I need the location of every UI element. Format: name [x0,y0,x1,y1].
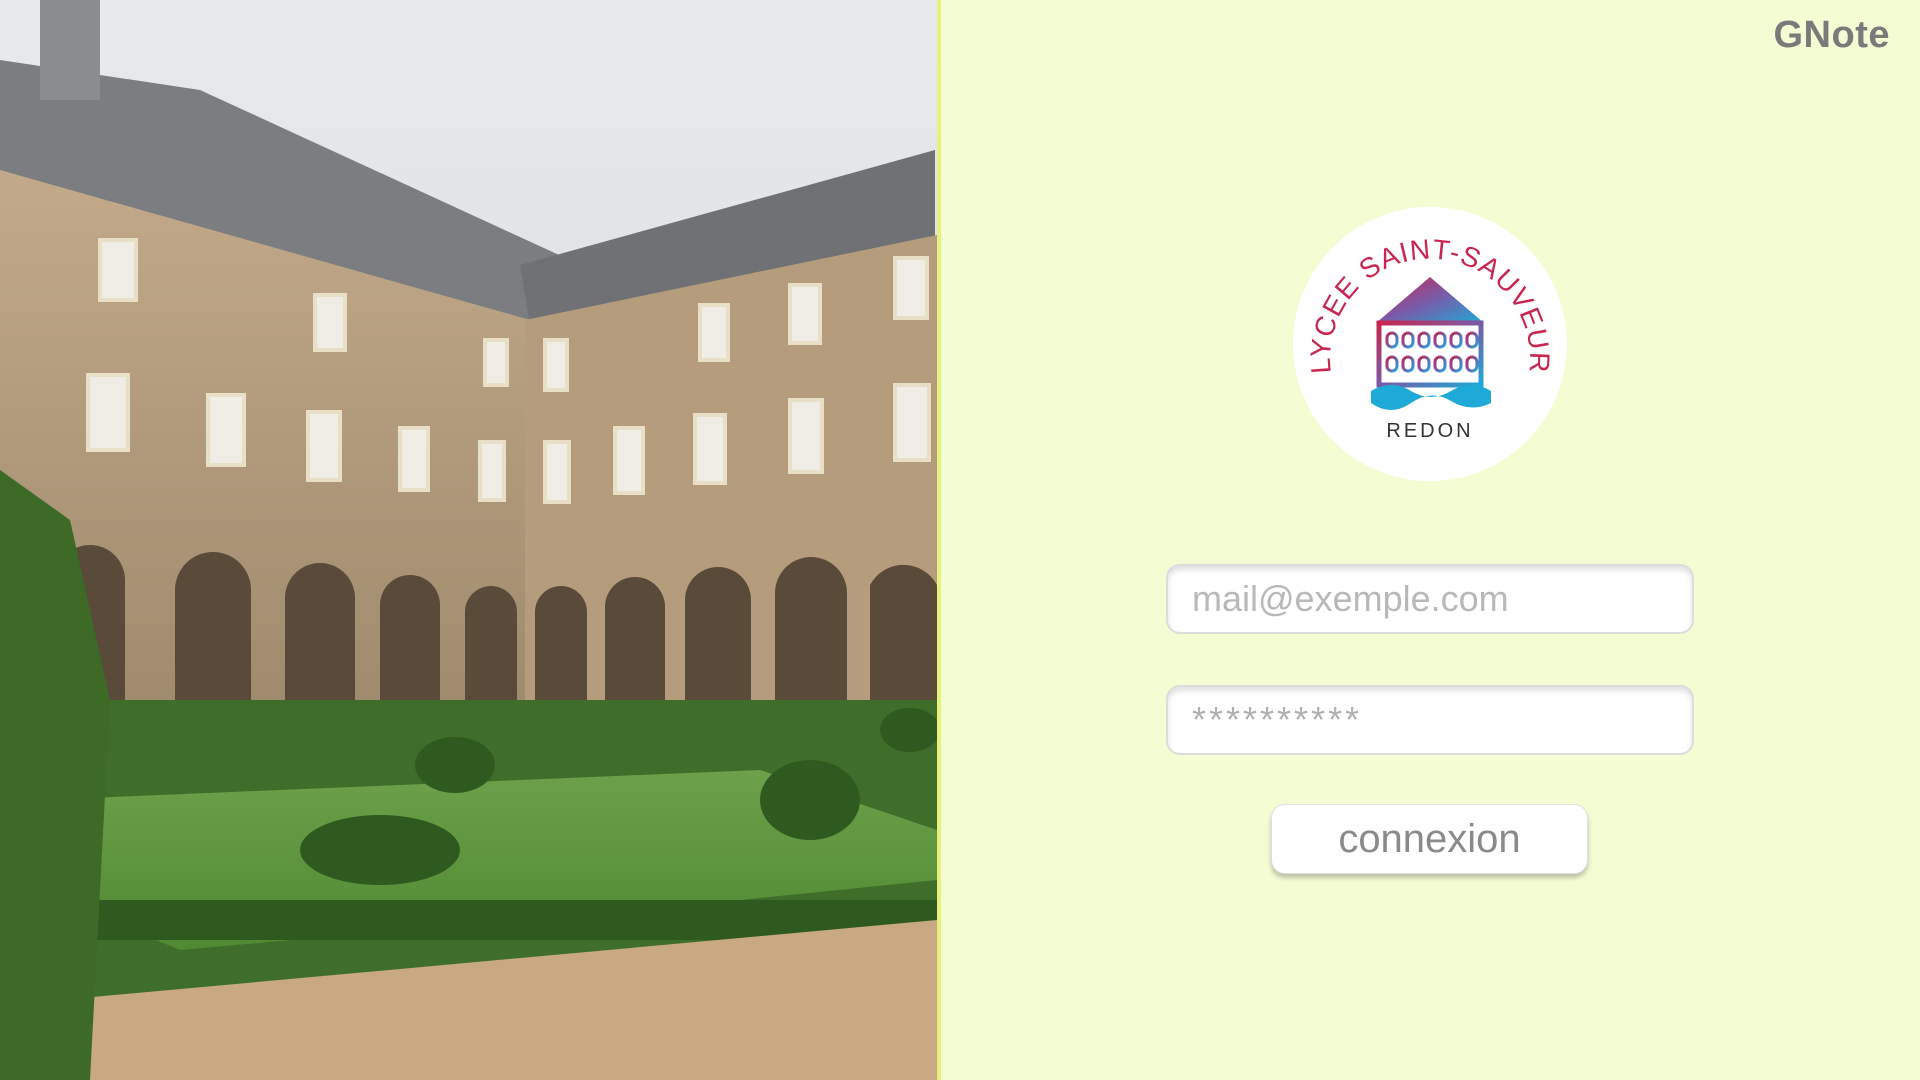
login-panel: GNote LYCEE SAINT-SAUVEUR REDON mail@exe… [941,0,1920,1080]
password-field[interactable] [1166,685,1694,755]
app-title: GNote [1773,14,1890,56]
email-field[interactable] [1166,564,1694,634]
svg-text:REDON: REDON [1386,420,1473,442]
login-button[interactable]: connexion [1271,804,1588,874]
campus-photo [0,0,937,1080]
school-logo: LYCEE SAINT-SAUVEUR REDON [1291,205,1569,483]
